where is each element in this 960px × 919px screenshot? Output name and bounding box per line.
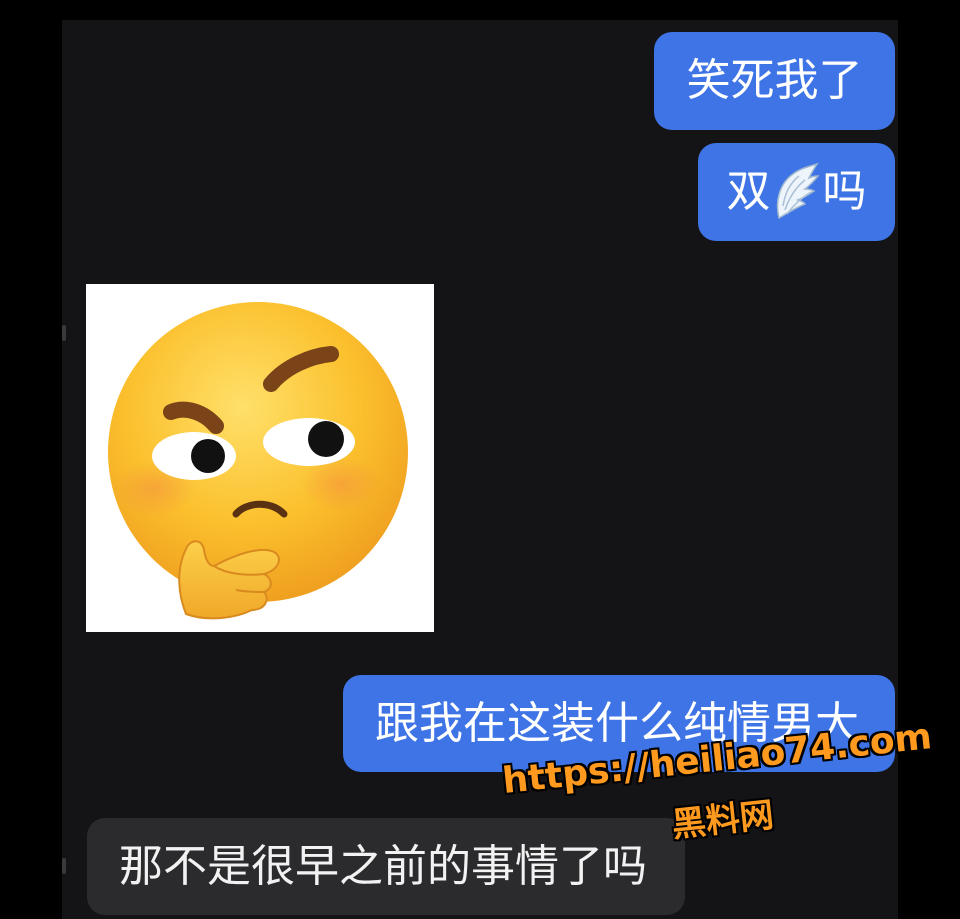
message-text: 笑死我了 <box>686 55 863 106</box>
thinking-face-icon <box>108 302 408 620</box>
message-text-after: 吗 <box>822 166 867 217</box>
wing-emoji-icon <box>773 162 821 222</box>
thinking-face-sticker[interactable] <box>86 284 434 632</box>
avatar-edge-marker <box>62 858 66 874</box>
message-text: 那不是很早之前的事情了吗 <box>119 840 647 892</box>
message-bubble-outgoing[interactable]: 笑死我了 <box>654 32 895 130</box>
message-bubble-outgoing[interactable]: 双 吗 <box>698 143 895 241</box>
avatar-edge-marker <box>62 325 66 341</box>
message-text-before: 双 <box>726 166 771 217</box>
